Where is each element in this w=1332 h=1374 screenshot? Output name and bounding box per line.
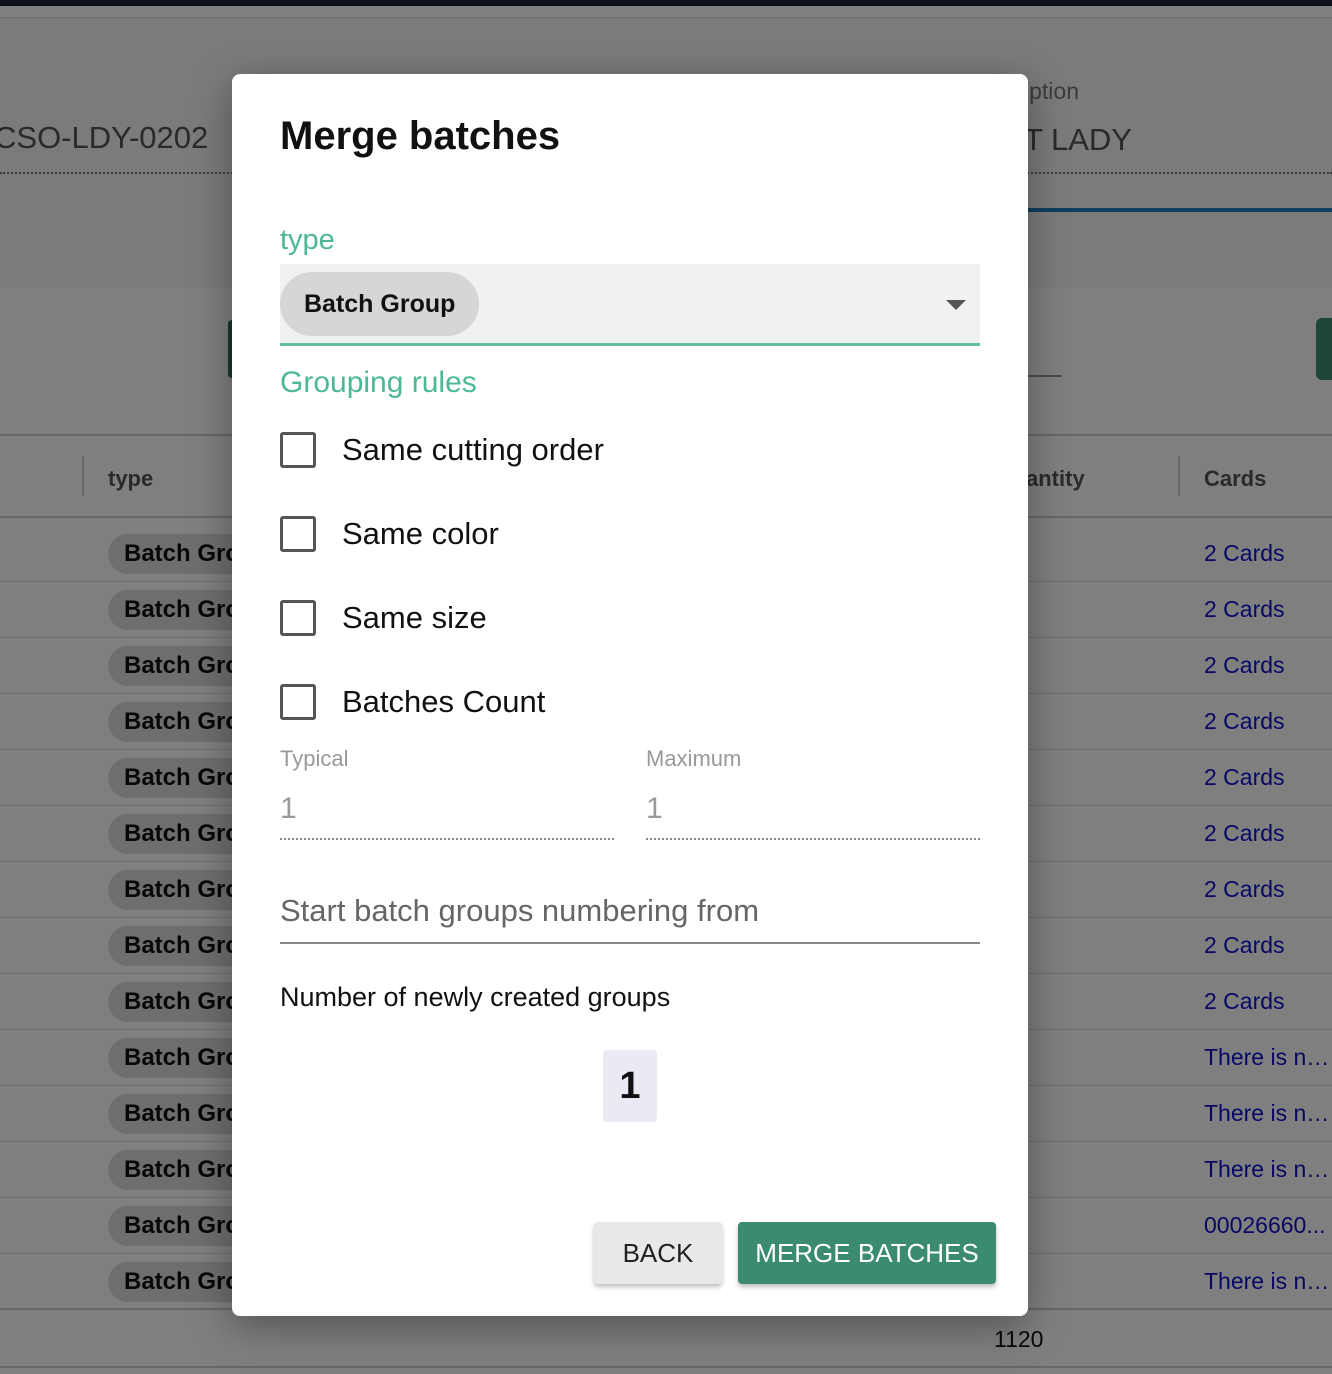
rule-same-cutting-order[interactable]: Same cutting order [280,430,604,470]
same-cutting-order-label: Same cutting order [342,432,604,467]
newly-created-groups-label: Number of newly created groups [280,982,671,1012]
batches-count-checkbox[interactable] [280,684,316,720]
typical-field[interactable]: Typical 1 [280,746,614,840]
start-numbering-field[interactable] [280,882,980,944]
same-size-checkbox[interactable] [280,600,316,636]
type-label: type [280,224,335,256]
start-numbering-input[interactable] [280,888,980,934]
typical-label: Typical [280,746,349,771]
newly-created-groups-count: 1 [603,1050,657,1122]
rule-same-size[interactable]: Same size [280,598,487,638]
type-selected-chip: Batch Group [280,272,480,336]
same-cutting-order-checkbox[interactable] [280,432,316,468]
maximum-label: Maximum [646,746,742,771]
maximum-field[interactable]: Maximum 1 [646,746,980,840]
typical-value[interactable]: 1 [280,792,614,826]
grouping-rules-label: Grouping rules [280,366,477,399]
rule-same-color[interactable]: Same color [280,514,499,554]
back-button[interactable]: BACK [594,1222,722,1284]
merge-batches-dialog: Merge batches type Batch Group Grouping … [232,74,1028,1316]
maximum-value[interactable]: 1 [646,792,980,826]
dialog-title: Merge batches [280,114,561,158]
dropdown-arrow-icon[interactable] [946,300,966,310]
type-select[interactable]: Batch Group [280,264,980,346]
same-color-label: Same color [342,516,499,551]
merge-batches-button[interactable]: MERGE BATCHES [738,1222,996,1284]
same-size-label: Same size [342,600,487,635]
batches-count-label: Batches Count [342,684,546,719]
same-color-checkbox[interactable] [280,516,316,552]
rule-batches-count[interactable]: Batches Count [280,682,545,722]
